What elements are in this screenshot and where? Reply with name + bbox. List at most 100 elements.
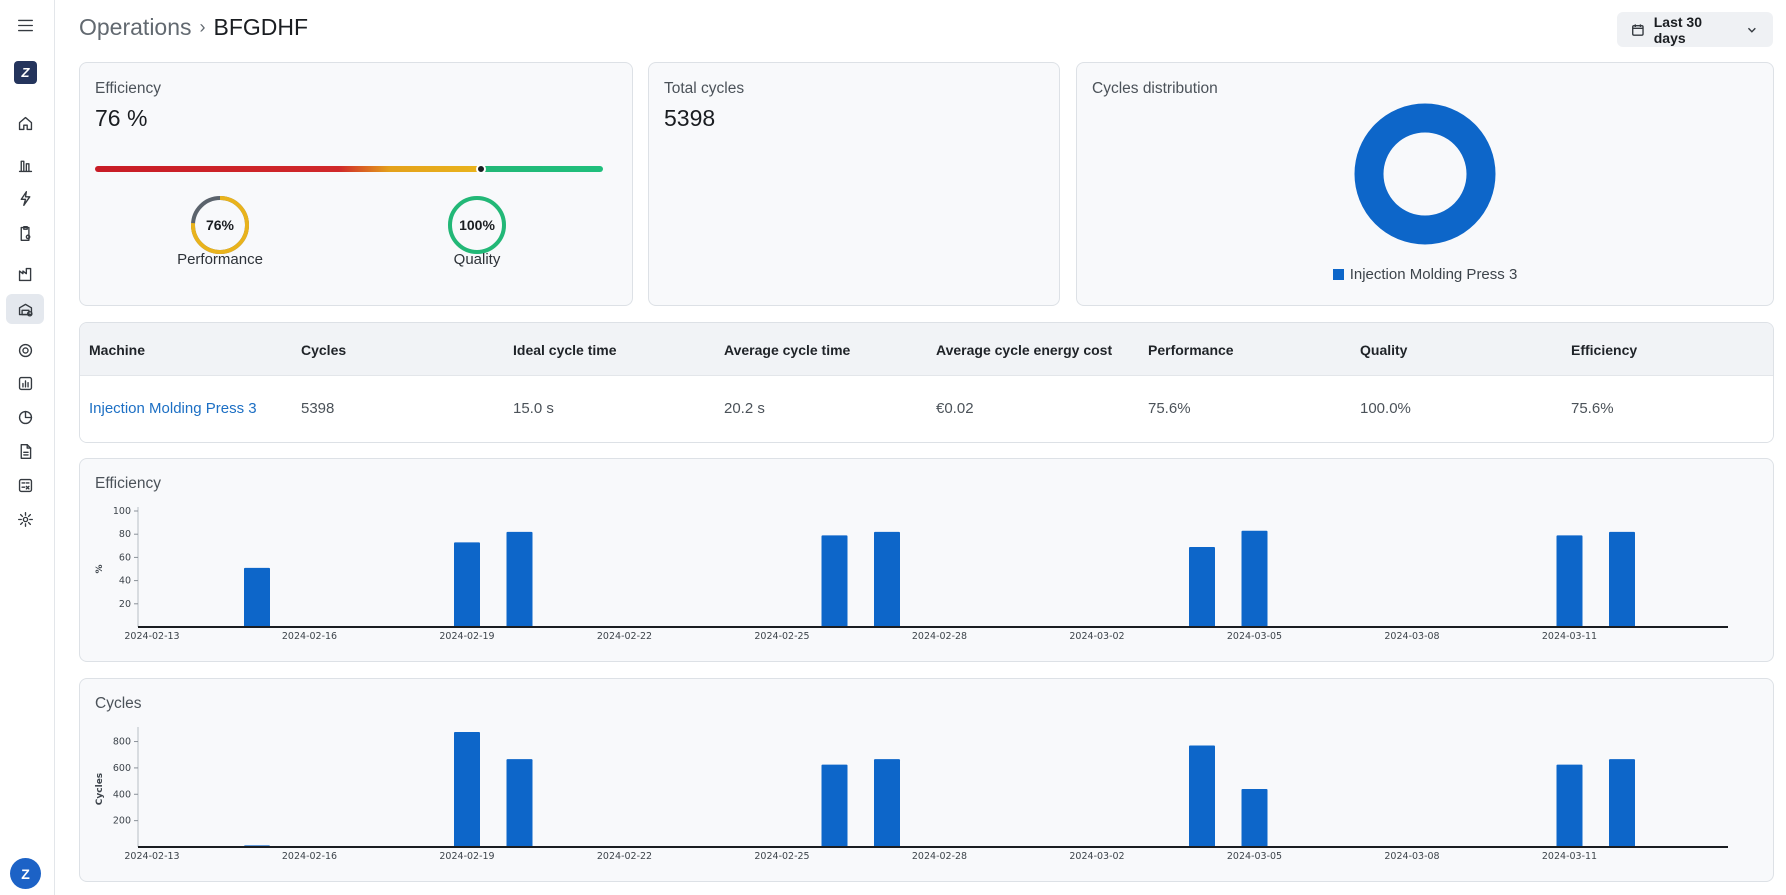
- header-quality[interactable]: Quality: [1360, 342, 1407, 358]
- efficiency-marker: [476, 164, 487, 174]
- bar[interactable]: [1556, 535, 1583, 627]
- cycles-distribution-card: Cycles distribution Injection Molding Pr…: [1076, 62, 1774, 306]
- pie-chart-icon[interactable]: [6, 402, 44, 432]
- header-average-cycle-time[interactable]: Average cycle time: [724, 342, 850, 358]
- bar[interactable]: [244, 567, 270, 627]
- date-range-label: Last 30 days: [1653, 13, 1702, 46]
- efficiency-card: Efficiency 76 % 76% Performance 100% Qua…: [79, 62, 633, 306]
- machine-table: Machine Cycles Ideal cycle time Average …: [79, 322, 1774, 443]
- settings-icon[interactable]: [6, 504, 44, 534]
- x-tick-label: 2024-02-25: [754, 851, 809, 862]
- y-tick-label: 200: [113, 816, 131, 827]
- date-range-select[interactable]: Last 30 days: [1617, 12, 1773, 47]
- header-average-cycle-energy-cost[interactable]: Average cycle energy cost: [936, 342, 1112, 358]
- donut-slice-injection-molding-press-3[interactable]: [1354, 103, 1496, 245]
- operations-icon[interactable]: [6, 294, 44, 324]
- y-axis-title: Cycles: [95, 773, 105, 805]
- document-icon[interactable]: [6, 436, 44, 466]
- cell-energy-cost: €0.02: [936, 400, 974, 417]
- total-cycles-value: 5398: [664, 105, 716, 131]
- x-tick-label: 2024-02-16: [282, 851, 337, 862]
- bar[interactable]: [1241, 530, 1268, 627]
- header-ideal-cycle-time[interactable]: Ideal cycle time: [513, 342, 617, 358]
- bar[interactable]: [506, 759, 533, 847]
- breadcrumb-root[interactable]: Operations: [79, 14, 192, 41]
- cell-quality: 100.0%: [1360, 400, 1411, 417]
- x-tick-label: 2024-02-22: [597, 851, 652, 862]
- bar[interactable]: [454, 732, 480, 847]
- quality-gauge-value: 100%: [459, 217, 495, 233]
- table-row[interactable]: Injection Molding Press 3 5398 15.0 s 20…: [80, 376, 1773, 442]
- hamburger-menu-icon[interactable]: [6, 10, 44, 40]
- chevron-right-icon: ›: [199, 17, 206, 37]
- efficiency-chart-card: Efficiency 20 40 60 80 100% 2024-02-13 2024-02…: [79, 458, 1774, 662]
- bar[interactable]: [1609, 759, 1635, 847]
- app-logo[interactable]: Z: [14, 61, 37, 84]
- header-performance[interactable]: Performance: [1148, 342, 1234, 358]
- x-tick-label: 2024-03-11: [1542, 851, 1597, 862]
- avatar-initial: Z: [21, 865, 30, 882]
- x-tick-label: 2024-03-02: [1069, 631, 1124, 642]
- performance-gauge: 76%: [191, 196, 249, 254]
- avatar[interactable]: Z: [10, 858, 41, 889]
- bar[interactable]: [506, 531, 533, 627]
- bar[interactable]: [1609, 531, 1635, 627]
- bar[interactable]: [1556, 764, 1583, 847]
- clipboard-settings-icon[interactable]: [6, 218, 44, 248]
- y-tick-label: 400: [113, 789, 131, 800]
- y-tick-label: 40: [119, 576, 131, 587]
- x-tick-label: 2024-02-19: [439, 851, 494, 862]
- quality-label: Quality: [453, 251, 501, 268]
- bar[interactable]: [454, 542, 480, 627]
- bar[interactable]: [1189, 745, 1215, 848]
- efficiency-value: 76 %: [95, 105, 148, 131]
- cycles-chart-card: Cycles 200 400 600 800 Cycles 2024-02-13 2024-…: [79, 678, 1774, 882]
- x-tick-label: 2024-02-28: [912, 851, 967, 862]
- legend-swatch: [1332, 269, 1344, 280]
- calculator-icon[interactable]: [6, 470, 44, 500]
- x-tick-label: 2024-02-13: [124, 851, 179, 862]
- energy-icon[interactable]: [6, 183, 44, 213]
- header-cycles[interactable]: Cycles: [301, 342, 346, 358]
- cell-performance: 75.6%: [1148, 400, 1191, 417]
- x-tick-label: 2024-03-11: [1542, 631, 1597, 642]
- quality-gauge: 100%: [448, 196, 506, 254]
- bar[interactable]: [874, 531, 900, 627]
- performance-label: Performance: [177, 251, 263, 268]
- table-header: Machine Cycles Ideal cycle time Average …: [80, 323, 1773, 376]
- bar-chart-icon[interactable]: [6, 150, 44, 180]
- legend-label: Injection Molding Press 3: [1349, 266, 1518, 283]
- y-tick-label: 100: [113, 506, 131, 517]
- gear-icon[interactable]: [6, 335, 44, 365]
- donut-legend: Injection Molding Press 3: [1077, 266, 1773, 283]
- y-tick-label: 60: [119, 552, 131, 563]
- y-tick-label: 80: [119, 529, 131, 540]
- calendar-icon: [1632, 23, 1644, 36]
- factory-icon[interactable]: [6, 259, 44, 289]
- cell-ideal-cycle-time: 15.0 s: [513, 400, 554, 417]
- x-tick-label: 2024-02-25: [754, 631, 809, 642]
- efficiency-card-title: Efficiency: [95, 80, 162, 97]
- bar[interactable]: [821, 535, 848, 627]
- bar[interactable]: [1241, 789, 1268, 847]
- efficiency-chart: 20 40 60 80 100% 2024-02-13 2024-02-16 2024-02-…: [95, 506, 1728, 642]
- home-icon[interactable]: [6, 108, 44, 138]
- report-chart-icon[interactable]: [6, 368, 44, 398]
- total-cycles-card: Total cycles 5398: [648, 62, 1060, 306]
- bar[interactable]: [874, 759, 900, 847]
- x-tick-label: 2024-02-13: [124, 631, 179, 642]
- y-tick-label: 20: [119, 599, 131, 610]
- bar[interactable]: [821, 764, 848, 847]
- cycles-distribution-title: Cycles distribution: [1092, 80, 1218, 97]
- efficiency-bar: [95, 166, 603, 172]
- x-tick-label: 2024-03-05: [1227, 631, 1282, 642]
- header-efficiency[interactable]: Efficiency: [1571, 342, 1637, 358]
- bar[interactable]: [1189, 546, 1215, 627]
- header-machine[interactable]: Machine: [89, 342, 145, 358]
- chevron-down-icon: [1748, 27, 1757, 33]
- page-title: BFGDHF: [213, 14, 309, 40]
- machine-link[interactable]: Injection Molding Press 3: [89, 400, 257, 417]
- x-tick-label: 2024-03-08: [1384, 631, 1439, 642]
- y-tick-label: 800: [113, 737, 131, 748]
- y-tick-label: 600: [113, 763, 131, 774]
